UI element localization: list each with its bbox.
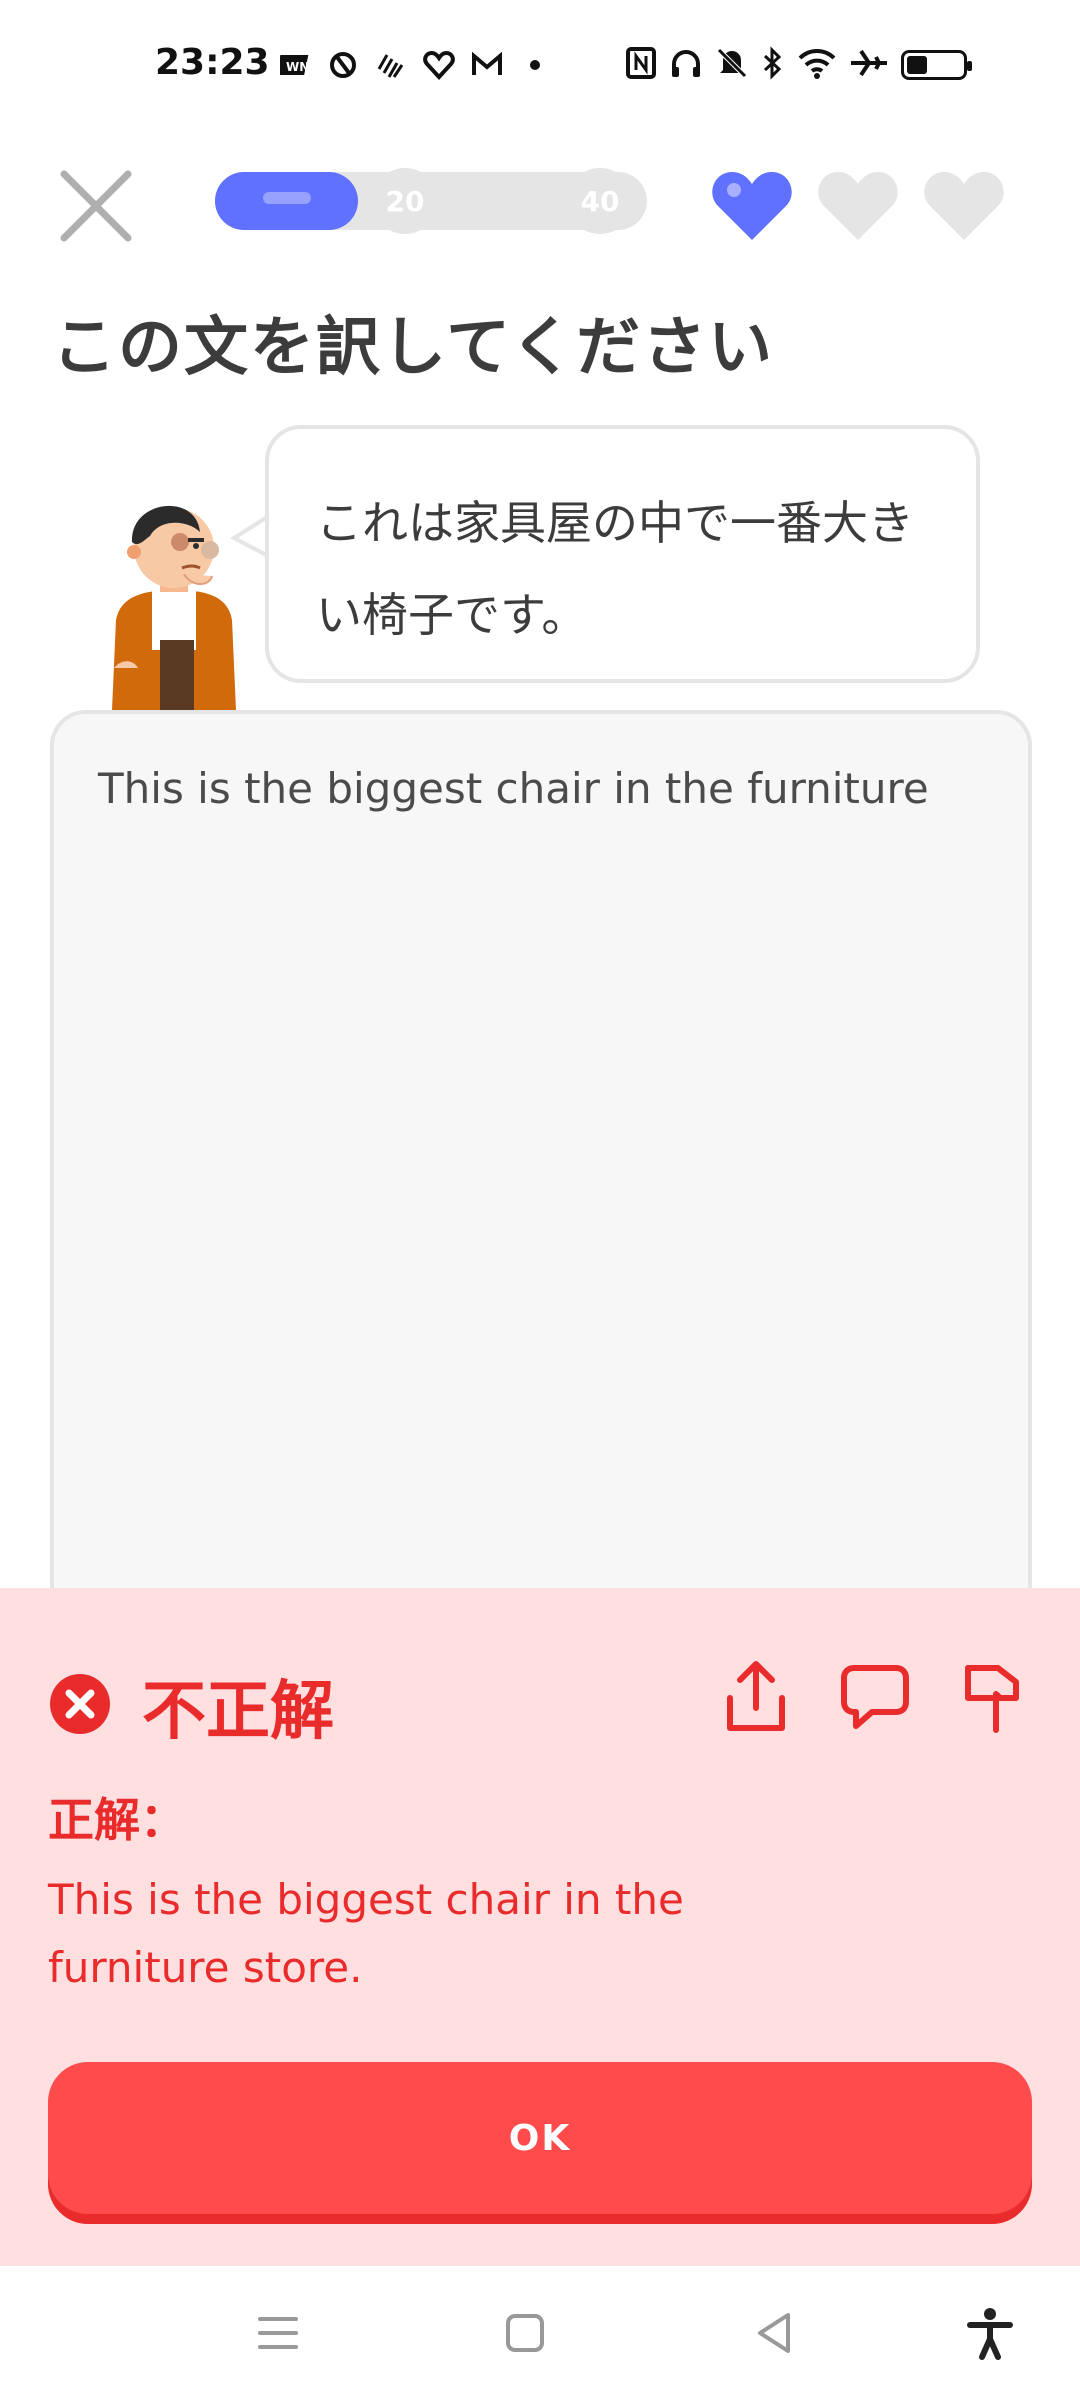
- menu-icon: [258, 2317, 298, 2349]
- milestone-40-label: 40: [580, 184, 620, 218]
- wave-icon: [374, 48, 408, 82]
- correct-answer-label: 正解：: [48, 1793, 186, 1847]
- close-button[interactable]: [56, 166, 136, 246]
- accessibility-icon: [967, 2308, 1013, 2360]
- share-icon: [727, 1661, 785, 1731]
- nfc-icon: [625, 46, 657, 84]
- answer-input-text: This is the biggest chair in the furnitu…: [98, 764, 929, 813]
- milestone-20: 20: [372, 168, 438, 234]
- headphones-icon: [669, 47, 703, 83]
- bluetooth-icon: [761, 46, 785, 84]
- status-notification-icons: WN: [278, 48, 552, 82]
- exercise-title: この文を訳してください: [52, 311, 775, 385]
- battery-level: [907, 56, 927, 74]
- milestone-20-label: 20: [385, 184, 425, 218]
- heart-icon-1: [710, 168, 794, 244]
- home-square-icon: [506, 2314, 544, 2352]
- flag-icon: [965, 1665, 1019, 1733]
- back-button[interactable]: [748, 2305, 804, 2361]
- prompt-sentence-line-1: これは家具屋の中で一番大き: [316, 496, 914, 550]
- heart-icon-2: [816, 168, 900, 244]
- prompt-sentence-line-2: い椅子です。: [316, 588, 588, 642]
- incorrect-icon: [48, 1672, 112, 1736]
- mute-icon: [715, 46, 749, 84]
- lesson-progress-bar: 20 40: [215, 168, 647, 234]
- battery-icon: [901, 50, 972, 80]
- comment-button[interactable]: [838, 1658, 910, 1734]
- airplane-icon: [849, 47, 889, 83]
- gmail-icon: [470, 48, 504, 82]
- heart-icon-3: [922, 168, 1006, 244]
- correct-answer-line-1: This is the biggest chair in the: [48, 1875, 684, 1924]
- status-time: 23:23: [155, 42, 270, 83]
- report-flag-button[interactable]: [958, 1658, 1030, 1734]
- ok-button[interactable]: OK: [48, 2062, 1032, 2214]
- answer-input[interactable]: This is the biggest chair in the furnitu…: [50, 710, 1032, 1710]
- progress-fill: [215, 172, 358, 230]
- status-system-icons: [625, 46, 972, 84]
- share-button[interactable]: [720, 1658, 792, 1734]
- menu-button[interactable]: [250, 2305, 306, 2361]
- feedback-heading: 不正解: [142, 1675, 334, 1749]
- close-icon: [60, 170, 132, 242]
- correct-answer-text: This is the biggest chair in the furnitu…: [48, 1866, 768, 2002]
- svg-text:WN: WN: [286, 60, 309, 74]
- heart-health-icon: [422, 48, 456, 82]
- progress-shine: [263, 192, 311, 204]
- comment-icon: [841, 1665, 909, 1729]
- home-button[interactable]: [497, 2305, 553, 2361]
- sync-icon: [326, 48, 360, 82]
- wn-icon: WN: [278, 48, 312, 82]
- milestone-40: 40: [567, 168, 633, 234]
- correct-answer-line-2: furniture store.: [48, 1943, 363, 1992]
- wifi-icon: [797, 47, 837, 83]
- accessibility-button[interactable]: [962, 2305, 1018, 2361]
- speech-bubble: これは家具屋の中で一番大き い椅子です。: [265, 425, 980, 683]
- dot-icon: [518, 48, 552, 82]
- back-triangle-icon: [758, 2313, 790, 2353]
